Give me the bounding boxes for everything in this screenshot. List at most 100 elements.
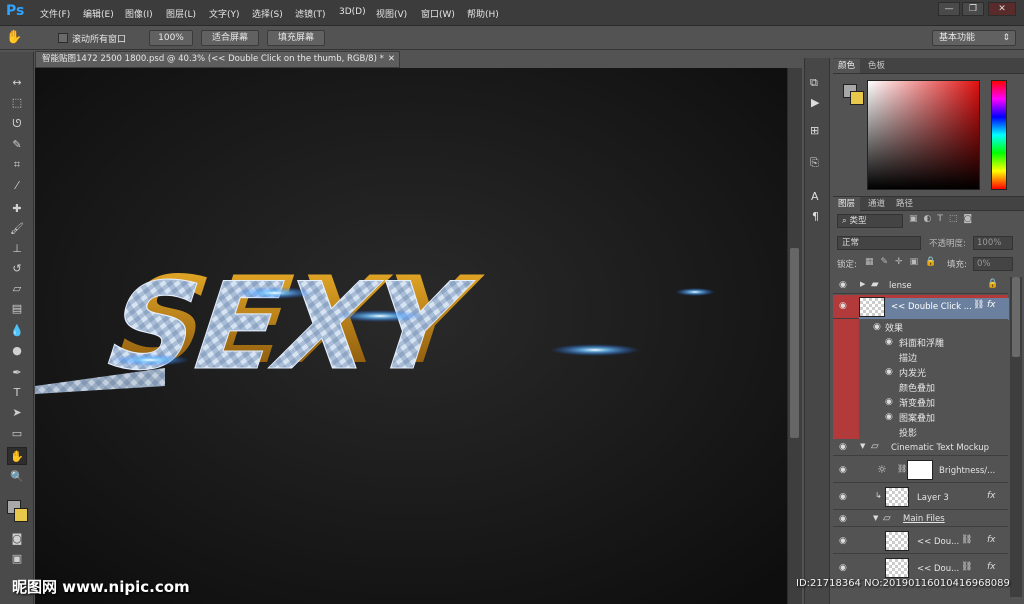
tab-layers[interactable]: 图层 (833, 197, 861, 211)
layer-row-layer3[interactable]: ◉ ↳ Layer 3 fx (833, 484, 1008, 510)
layer-row-cinematic-group[interactable]: ◉ ▼ ▱ Cinematic Text Mockup (833, 439, 1008, 456)
crop-tool-icon[interactable]: ⌗ (7, 156, 27, 174)
fx-icon[interactable]: fx (987, 491, 996, 501)
workspace-select[interactable]: 基本功能 ⇕ (932, 30, 1016, 46)
effect-gradient-overlay[interactable]: 渐变叠加 (899, 396, 935, 409)
lasso-tool-icon[interactable]: ᘎ (7, 115, 27, 133)
menu-image[interactable]: 图像(I) (125, 7, 153, 20)
path-select-tool-icon[interactable]: ➤ (7, 404, 27, 422)
blend-mode-select[interactable]: 正常 (837, 236, 921, 250)
eye-icon[interactable]: ◉ (839, 280, 851, 290)
eraser-tool-icon[interactable]: ▱ (7, 280, 27, 298)
hand-tool-preset-icon[interactable]: ✋ (6, 29, 36, 47)
fx-icon[interactable]: fx (987, 562, 996, 572)
eyedropper-tool-icon[interactable]: ⁄ (7, 177, 27, 195)
history-panel-icon[interactable]: ⧉ (810, 76, 826, 90)
document-canvas[interactable]: SEXY SEXY (35, 68, 787, 604)
layer-row-brightness[interactable]: ◉ ☼ ⛓ Brightness/... (833, 457, 1008, 483)
blur-tool-icon[interactable]: 💧 (7, 322, 27, 340)
screen-mode-icon[interactable]: ▣ (7, 550, 27, 568)
opacity-input[interactable]: 100% (973, 236, 1013, 250)
layer-row-smart-selected[interactable]: ◉ << Double Click ... ⛓ fx (833, 295, 1009, 320)
restore-button[interactable]: ❐ (962, 2, 984, 16)
zoom-tool-icon[interactable]: 🔍 (7, 468, 27, 486)
canvas-vertical-scrollbar[interactable] (787, 68, 802, 604)
fill-input[interactable]: 0% (973, 257, 1013, 271)
eye-icon[interactable]: ◉ (839, 536, 851, 546)
effect-color-overlay[interactable]: 颜色叠加 (899, 381, 935, 394)
quick-mask-icon[interactable]: ◙ (7, 530, 27, 548)
layer-row-smart-2[interactable]: ◉ << Dou... ⛓ fx (833, 528, 1008, 554)
eye-icon[interactable]: ◉ (839, 514, 851, 524)
menu-select[interactable]: 选择(S) (252, 7, 283, 20)
effect-bevel-emboss[interactable]: 斜面和浮雕 (899, 336, 944, 349)
disclosure-triangle-icon[interactable]: ▼ (873, 514, 878, 522)
move-tool-icon[interactable]: ↔ (7, 74, 27, 92)
clone-stamp-tool-icon[interactable]: ⊥ (7, 240, 27, 258)
marquee-tool-icon[interactable]: ⬚ (7, 94, 27, 112)
history-brush-tool-icon[interactable]: ↺ (7, 260, 27, 278)
eye-icon[interactable]: ◉ (885, 412, 893, 422)
effect-pattern-overlay[interactable]: 图案叠加 (899, 411, 935, 424)
color-field[interactable] (867, 80, 980, 190)
minimize-button[interactable]: — (938, 2, 960, 16)
document-tab[interactable]: 智能贴图1472 2500 1800.psd @ 40.3% (<< Doubl… (35, 51, 400, 68)
eye-icon[interactable]: ◉ (839, 442, 851, 452)
eye-icon[interactable]: ◉ (885, 367, 893, 377)
paragraph-panel-icon[interactable]: ¶ (812, 210, 828, 224)
menu-help[interactable]: 帮助(H) (467, 7, 499, 20)
tab-swatches[interactable]: 色板 (863, 59, 890, 73)
scroll-all-checkbox[interactable] (58, 33, 68, 43)
layers-scrollbar-thumb[interactable] (1012, 277, 1020, 357)
disclosure-triangle-icon[interactable]: ▶ (860, 280, 865, 288)
eye-icon[interactable]: ◉ (839, 465, 851, 475)
actions-play-icon[interactable]: ▶ (811, 96, 827, 110)
fx-icon[interactable]: fx (987, 300, 996, 310)
eye-icon[interactable]: ◉ (839, 301, 851, 311)
menu-layer[interactable]: 图层(L) (166, 7, 196, 20)
menu-edit[interactable]: 编辑(E) (83, 7, 114, 20)
fill-screen-button[interactable]: 填充屏幕 (267, 30, 325, 46)
fit-screen-button[interactable]: 适合屏幕 (201, 30, 259, 46)
dodge-tool-icon[interactable]: ● (7, 342, 27, 360)
background-color-swatch[interactable] (14, 508, 28, 522)
eye-icon[interactable]: ◉ (839, 563, 851, 573)
adjustments-panel-icon[interactable]: ⊞ (810, 124, 826, 138)
lock-icons[interactable]: ▦✎✛▣🔒 (865, 257, 955, 267)
eye-icon[interactable]: ◉ (873, 322, 881, 332)
close-document-icon[interactable]: ✕ (388, 52, 395, 67)
layer-row-lense[interactable]: ◉ ▶ ▰ lense 🔒 (833, 277, 1008, 294)
effect-drop-shadow[interactable]: 投影 (899, 426, 917, 439)
layers-scrollbar[interactable] (1010, 277, 1022, 597)
hue-slider[interactable] (991, 80, 1007, 190)
eye-icon[interactable]: ◉ (885, 337, 893, 347)
properties-panel-icon[interactable]: ⎘ (810, 156, 826, 170)
shape-tool-icon[interactable]: ▭ (7, 425, 27, 443)
effect-inner-glow[interactable]: 内发光 (899, 366, 926, 379)
eye-icon[interactable]: ◉ (885, 397, 893, 407)
menu-window[interactable]: 窗口(W) (421, 7, 455, 20)
menu-filter[interactable]: 滤镜(T) (295, 7, 326, 20)
fx-icon[interactable]: fx (987, 535, 996, 545)
hand-tool-icon[interactable]: ✋ (7, 447, 27, 465)
menu-file[interactable]: 文件(F) (40, 7, 70, 20)
tab-channels[interactable]: 通道 (863, 197, 890, 211)
menu-3d[interactable]: 3D(D) (339, 7, 366, 17)
close-window-button[interactable]: ✕ (988, 2, 1016, 16)
menu-view[interactable]: 视图(V) (376, 7, 407, 20)
gradient-tool-icon[interactable]: ▤ (7, 300, 27, 318)
color-bg-swatch[interactable] (850, 91, 864, 105)
brush-tool-icon[interactable]: 🖌 (7, 220, 27, 238)
healing-brush-tool-icon[interactable]: ✚ (7, 200, 27, 218)
layer-filter-icons[interactable]: ▣◐T⬚◙ (909, 214, 1019, 228)
type-tool-icon[interactable]: T (7, 384, 27, 402)
layer-filter-select[interactable]: ⌕ 类型 (837, 214, 903, 228)
pen-tool-icon[interactable]: ✒ (7, 364, 27, 382)
character-panel-icon[interactable]: A (811, 190, 827, 204)
scrollbar-thumb[interactable] (790, 248, 799, 438)
layer-row-main-files[interactable]: ◉ ▼ ▱ Main Files (833, 511, 1008, 527)
tab-color[interactable]: 颜色 (833, 59, 861, 73)
disclosure-triangle-icon[interactable]: ▼ (860, 442, 865, 450)
menu-type[interactable]: 文字(Y) (209, 7, 240, 20)
effect-stroke[interactable]: 描边 (899, 351, 917, 364)
